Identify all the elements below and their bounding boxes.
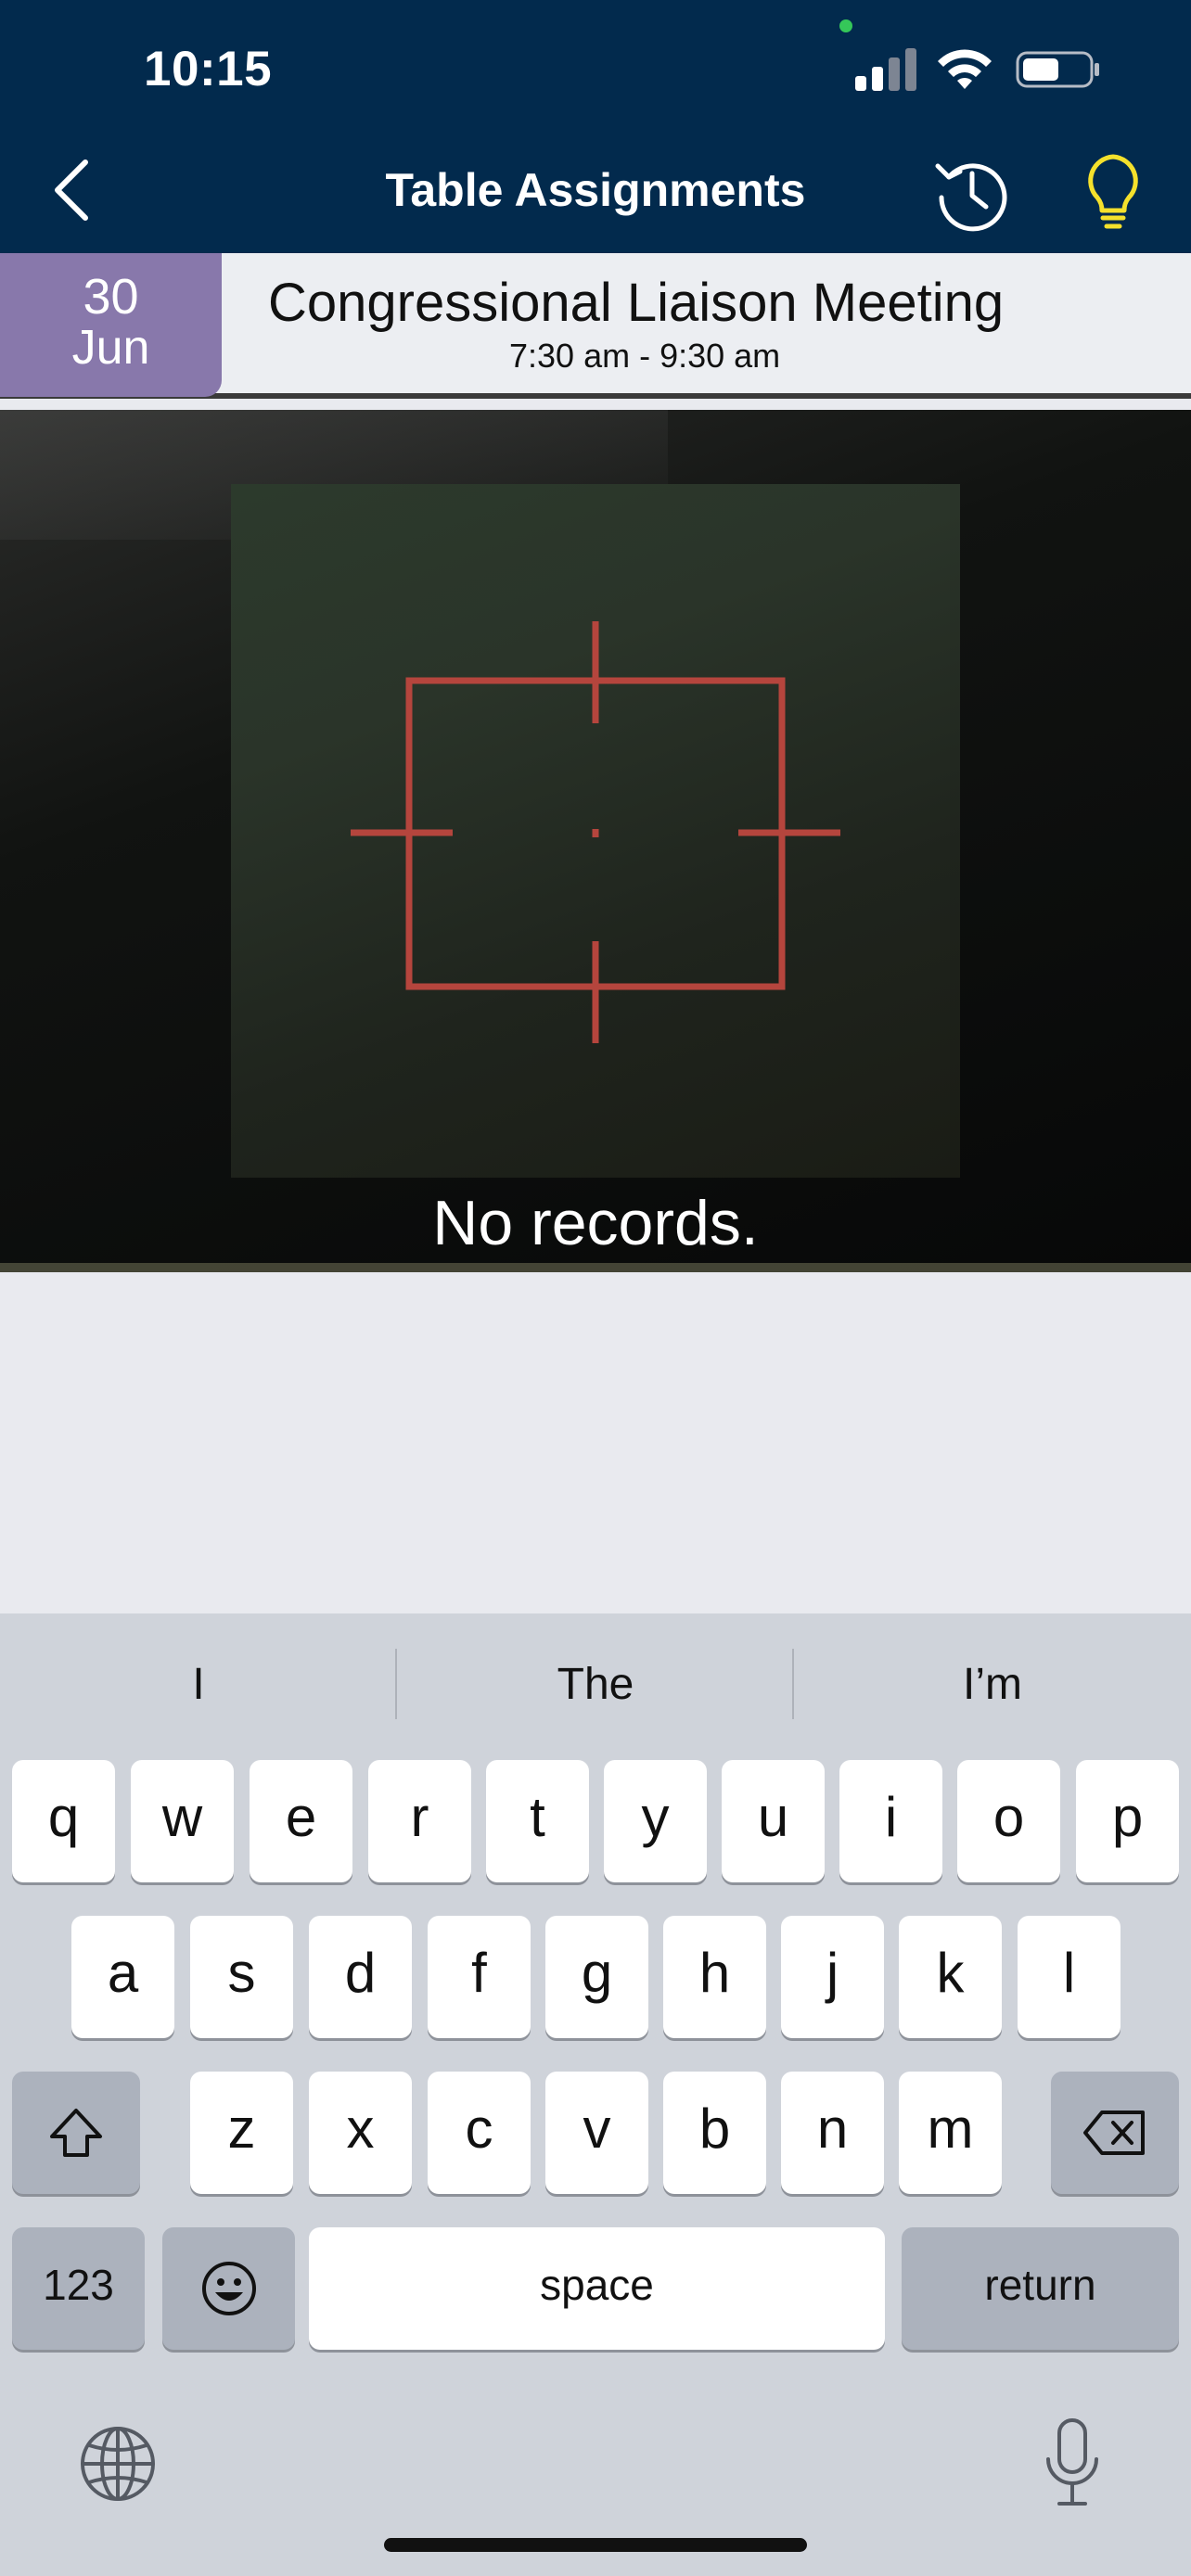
wifi-icon <box>938 49 992 89</box>
key-n[interactable]: n <box>781 2072 884 2194</box>
event-time: 7:30 am - 9:30 am <box>509 337 781 375</box>
key-x[interactable]: x <box>309 2072 412 2194</box>
microphone-icon[interactable] <box>1043 2417 1102 2509</box>
no-records-message: No records. <box>432 1188 759 1258</box>
key-p[interactable]: p <box>1076 1760 1179 1882</box>
emoji-key[interactable] <box>162 2227 295 2350</box>
key-l[interactable]: l <box>1018 1916 1121 2038</box>
page-title: Table Assignments <box>385 164 806 216</box>
globe-icon[interactable] <box>78 2424 158 2504</box>
key-o[interactable]: o <box>957 1760 1060 1882</box>
status-time: 10:15 <box>144 42 273 96</box>
key-s[interactable]: s <box>190 1916 293 2038</box>
key-g[interactable]: g <box>545 1916 648 2038</box>
camera-in-use-indicator <box>839 19 852 32</box>
key-u[interactable]: u <box>722 1760 825 1882</box>
date-day: 30 <box>83 269 139 325</box>
space-key[interactable]: space <box>309 2227 885 2350</box>
backspace-icon <box>1083 2111 1145 2155</box>
key-y[interactable]: y <box>604 1760 707 1882</box>
numbers-key[interactable]: 123 <box>12 2227 145 2350</box>
key-k[interactable]: k <box>899 1916 1002 2038</box>
delete-key[interactable] <box>1051 2072 1179 2194</box>
key-z[interactable]: z <box>190 2072 293 2194</box>
key-a[interactable]: a <box>71 1916 174 2038</box>
key-d[interactable]: d <box>309 1916 412 2038</box>
key-b[interactable]: b <box>663 2072 766 2194</box>
key-j[interactable]: j <box>781 1916 884 2038</box>
shift-key[interactable] <box>12 2072 140 2194</box>
key-r[interactable]: r <box>368 1760 471 1882</box>
key-i[interactable]: i <box>839 1760 942 1882</box>
app-header: 10:15 Table Assignments <box>0 0 1191 253</box>
key-f[interactable]: f <box>428 1916 531 2038</box>
scan-reticle-icon <box>351 621 840 1043</box>
suggestion-3[interactable]: I’m <box>794 1649 1191 1721</box>
key-e[interactable]: e <box>250 1760 352 1882</box>
event-title: Congressional Liaison Meeting <box>268 273 1005 333</box>
key-w[interactable]: w <box>131 1760 234 1882</box>
key-h[interactable]: h <box>663 1916 766 2038</box>
home-indicator[interactable] <box>384 2538 807 2552</box>
emoji-icon <box>201 2262 256 2315</box>
date-month: Jun <box>71 321 150 375</box>
date-badge: 30 Jun <box>0 253 222 397</box>
battery-icon <box>1016 51 1099 88</box>
key-m[interactable]: m <box>899 2072 1002 2194</box>
shift-icon <box>50 2109 102 2157</box>
camera-bottom-edge <box>0 1263 1191 1272</box>
key-c[interactable]: c <box>428 2072 531 2194</box>
key-t[interactable]: t <box>486 1760 589 1882</box>
suggestion-2[interactable]: The <box>397 1649 794 1721</box>
key-v[interactable]: v <box>545 2072 648 2194</box>
scanner-camera-view[interactable]: No records. <box>0 410 1191 1272</box>
cellular-signal-icon <box>855 48 918 91</box>
lightbulb-icon[interactable] <box>1082 153 1144 233</box>
history-icon[interactable] <box>932 153 1012 233</box>
return-key[interactable]: return <box>902 2227 1179 2350</box>
key-q[interactable]: q <box>12 1760 115 1882</box>
event-info-bar: 30 Jun Congressional Liaison Meeting 7:3… <box>0 253 1191 399</box>
onscreen-keyboard: I The I’m q w e r t y u i o p a s d f g … <box>0 1613 1191 2576</box>
suggestion-1[interactable]: I <box>0 1649 397 1721</box>
